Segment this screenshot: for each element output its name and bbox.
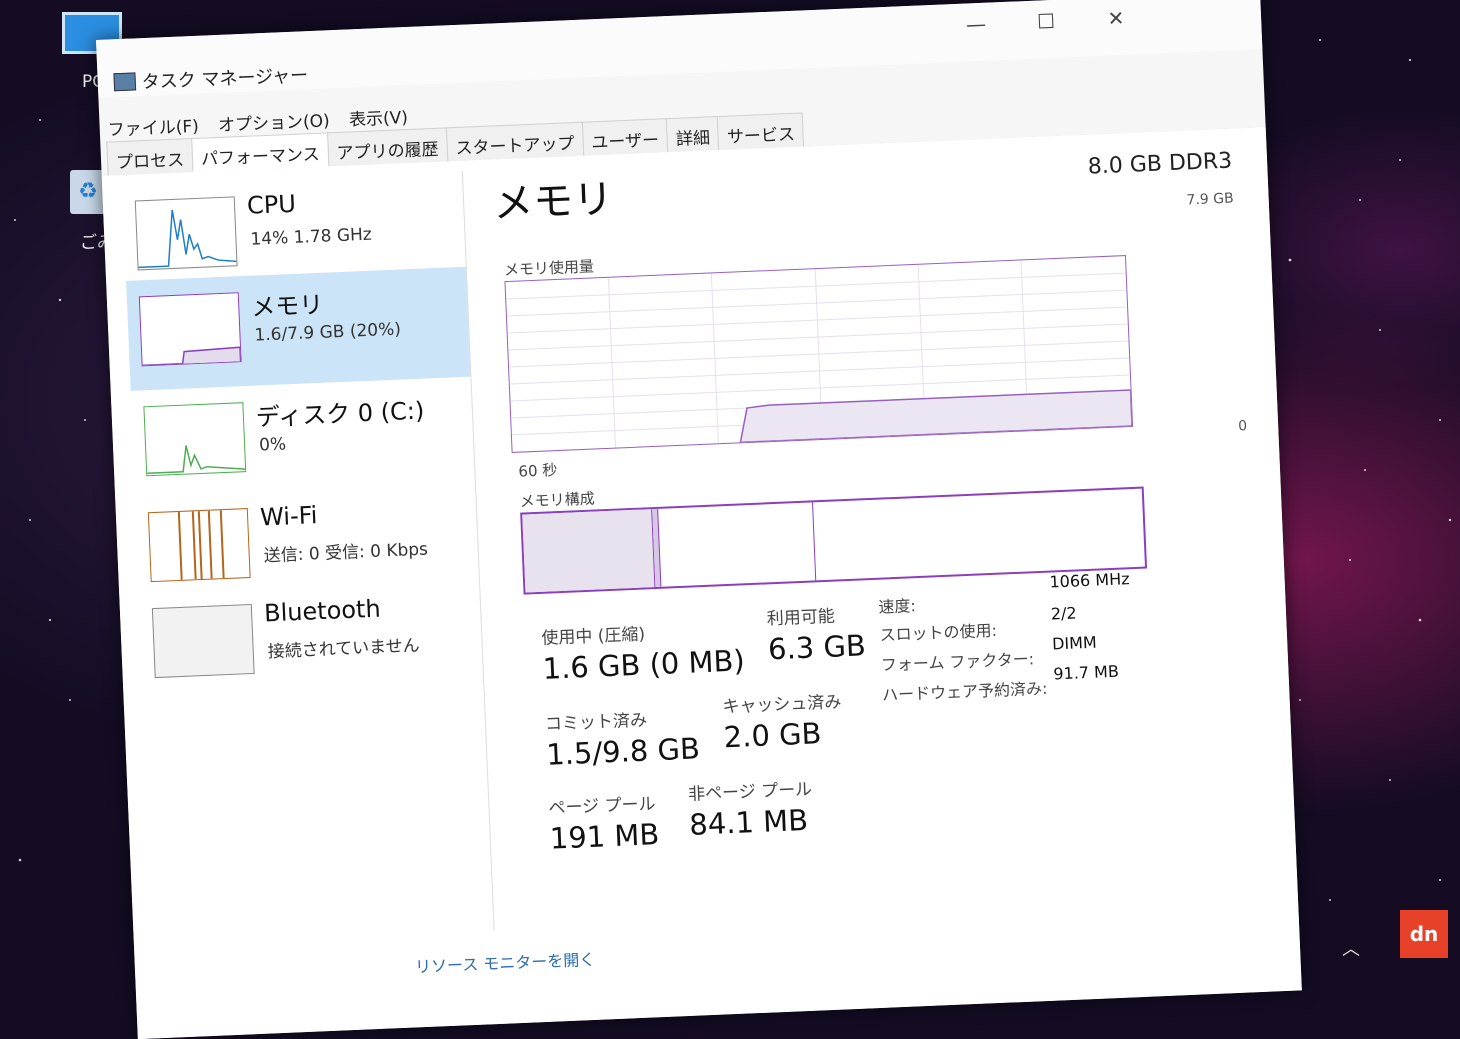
task-manager-window: タスク マネージャー — ☐ ✕ ファイル(F) オプション(O) 表示(V) … xyxy=(96,0,1302,1039)
minimize-button[interactable]: — xyxy=(955,8,996,40)
memory-usage-graph xyxy=(504,255,1134,453)
close-button[interactable]: ✕ xyxy=(1095,2,1136,34)
committed-label: コミット済み xyxy=(544,710,648,735)
menu-view[interactable]: 表示(V) xyxy=(349,108,409,130)
slots-value: 2/2 xyxy=(1050,603,1078,624)
cached-label: キャッシュ済み xyxy=(722,692,842,718)
tab-app-history[interactable]: アプリの履歴 xyxy=(326,127,449,167)
available-value: 6.3 GB xyxy=(767,628,867,667)
usage-graph-max-label: 7.9 GB xyxy=(1186,190,1234,209)
composition-standby-segment[interactable] xyxy=(658,502,817,587)
memory-thumbnail-graph xyxy=(138,292,242,367)
window-title: タスク マネージャー xyxy=(141,65,309,94)
sidebar-item-memory[interactable]: メモリ 1.6/7.9 GB (20%) xyxy=(126,266,471,391)
nonpaged-pool-label: 非ページ プール xyxy=(687,779,813,805)
paged-pool-value: 191 MB xyxy=(549,817,660,856)
form-factor-label: フォーム ファクター: xyxy=(880,649,1035,675)
tray-chevron-up-icon[interactable]: ︿ xyxy=(1342,935,1360,961)
tab-performance[interactable]: パフォーマンス xyxy=(191,132,330,173)
memory-spec: 8.0 GB DDR3 xyxy=(1087,148,1233,180)
tab-startup[interactable]: スタートアップ xyxy=(445,121,584,162)
nonpaged-pool-value: 84.1 MB xyxy=(688,802,809,842)
composition-in-use-segment[interactable] xyxy=(522,509,656,593)
usage-graph-time-label: 60 秒 xyxy=(518,461,558,481)
in-use-label: 使用中 (圧縮) xyxy=(541,624,646,649)
sidebar-item-disk-name: ディスク 0 (C:) xyxy=(255,396,425,432)
tab-processes[interactable]: プロセス xyxy=(106,138,194,176)
in-use-value: 1.6 GB (0 MB) xyxy=(542,643,746,686)
tab-details[interactable]: 詳細 xyxy=(666,116,720,153)
committed-value: 1.5/9.8 GB xyxy=(545,731,701,772)
sidebar-item-memory-sub: 1.6/7.9 GB (20%) xyxy=(254,319,402,346)
disk-thumbnail-graph xyxy=(143,402,247,477)
recycle-bin-icon: ♻ xyxy=(70,170,106,214)
wifi-thumbnail-graph xyxy=(147,508,251,583)
sidebar-item-disk[interactable]: ディスク 0 (C:) 0% xyxy=(131,377,475,501)
menu-file[interactable]: ファイル(F) xyxy=(107,117,199,141)
performance-sidebar: CPU 14% 1.78 GHz メモリ 1.6/7.9 GB (20%) ディ… xyxy=(122,170,495,945)
sidebar-item-bluetooth-name: Bluetooth xyxy=(263,594,382,628)
task-manager-app-icon xyxy=(113,72,137,92)
usage-graph-label: メモリ使用量 xyxy=(503,257,595,280)
sidebar-item-cpu-name: CPU xyxy=(246,189,297,220)
sidebar-item-disk-sub: 0% xyxy=(258,434,287,456)
form-factor-value: DIMM xyxy=(1051,632,1098,654)
sidebar-item-bluetooth[interactable]: Bluetooth 接続されていません xyxy=(139,578,483,702)
bluetooth-thumbnail-graph xyxy=(151,603,255,679)
title-bar[interactable]: タスク マネージャー — ☐ ✕ xyxy=(96,0,1263,98)
performance-content: CPU 14% 1.78 GHz メモリ 1.6/7.9 GB (20%) ディ… xyxy=(101,127,1302,1039)
memory-title: メモリ xyxy=(492,176,615,228)
memory-panel: メモリ 8.0 GB DDR3 7.9 GB メモリ使用量 0 60 秒 メモリ… xyxy=(491,129,1262,919)
watermark-logo: dn xyxy=(1400,910,1448,958)
cached-value: 2.0 GB xyxy=(723,716,823,755)
available-label: 利用可能 xyxy=(766,606,836,630)
composition-label: メモリ構成 xyxy=(519,489,596,511)
hardware-reserved-value: 91.7 MB xyxy=(1052,661,1120,684)
sidebar-item-wifi-name: Wi-Fi xyxy=(259,501,318,532)
sidebar-item-memory-name: メモリ xyxy=(250,290,324,322)
paged-pool-label: ページ プール xyxy=(548,794,656,819)
sidebar-item-wifi-sub: 送信: 0 受信: 0 Kbps xyxy=(263,539,429,567)
sidebar-item-bluetooth-sub: 接続されていません xyxy=(267,635,421,663)
cpu-thumbnail-graph xyxy=(134,196,238,271)
sidebar-item-cpu-sub: 14% 1.78 GHz xyxy=(250,224,373,250)
memory-usage-graph-svg xyxy=(506,260,1133,448)
open-resource-monitor-link[interactable]: リソース モニターを開く xyxy=(415,946,596,978)
slots-label: スロットの使用: xyxy=(879,620,998,645)
tab-users[interactable]: ユーザー xyxy=(581,118,669,156)
speed-value: 1066 MHz xyxy=(1049,569,1130,592)
composition-free-segment[interactable] xyxy=(813,489,1145,581)
tab-services[interactable]: サービス xyxy=(717,112,805,151)
speed-label: 速度: xyxy=(878,596,917,617)
usage-graph-zero-label: 0 xyxy=(1237,418,1248,435)
hardware-reserved-label: ハードウェア予約済み: xyxy=(881,678,1048,705)
maximize-button[interactable]: ☐ xyxy=(1025,5,1066,37)
